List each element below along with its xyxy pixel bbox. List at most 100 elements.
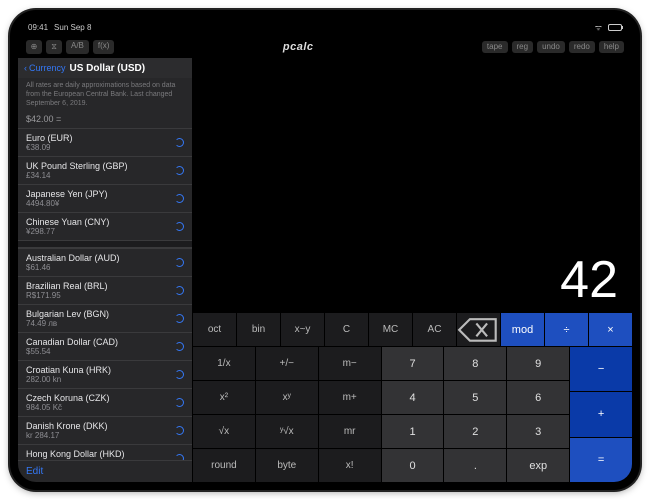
currency-row[interactable]: Canadian Dollar (CAD)$55.54 xyxy=(18,332,192,360)
key-c[interactable]: C xyxy=(324,312,368,346)
key-3[interactable]: 3 xyxy=(506,414,569,448)
currency-row[interactable]: Hong Kong Dollar (HKD)$329.26 xyxy=(18,444,192,460)
key-x~y[interactable]: x~y xyxy=(280,312,324,346)
key-exp[interactable]: exp xyxy=(506,448,569,482)
status-time: 09:41 xyxy=(28,23,48,32)
edit-button[interactable]: Edit xyxy=(18,460,192,482)
key-6[interactable]: 6 xyxy=(506,380,569,414)
refresh-icon[interactable] xyxy=(175,398,184,407)
currency-value: 282.00 kn xyxy=(26,375,111,384)
currency-row[interactable]: Japanese Yen (JPY)4494.80¥ xyxy=(18,184,192,212)
key-[interactable]: . xyxy=(443,448,506,482)
currency-name: Danish Krone (DKK) xyxy=(26,421,108,431)
ipad-device: 09:41 Sun Sep 8 ᯤ ⊕ ⧖ A/B f(x) pcalc tap… xyxy=(10,10,640,490)
refresh-icon[interactable] xyxy=(175,286,184,295)
tape-button[interactable]: tape xyxy=(482,41,508,53)
refresh-icon[interactable] xyxy=(175,314,184,323)
currency-value: kr 284.17 xyxy=(26,431,108,440)
undo-button[interactable]: undo xyxy=(537,41,565,53)
key-mc[interactable]: MC xyxy=(368,312,412,346)
currency-row[interactable]: Australian Dollar (AUD)$61.46 xyxy=(18,248,192,276)
currency-name: Czech Koruna (CZK) xyxy=(26,393,110,403)
key-backspace[interactable] xyxy=(456,312,500,346)
currency-value: 4494.80¥ xyxy=(26,199,108,208)
key-round[interactable]: round xyxy=(192,448,255,482)
refresh-icon[interactable] xyxy=(175,194,184,203)
key-ac[interactable]: AC xyxy=(412,312,456,346)
key-bin[interactable]: bin xyxy=(236,312,280,346)
key-x[interactable]: x² xyxy=(192,380,255,414)
title-bar: ⊕ ⧖ A/B f(x) pcalc tape reg undo redo he… xyxy=(18,36,632,58)
refresh-icon[interactable] xyxy=(175,426,184,435)
key-7[interactable]: 7 xyxy=(381,346,444,380)
back-button[interactable]: ‹ Currency xyxy=(24,63,66,73)
currency-row[interactable]: Euro (EUR)€38.09 xyxy=(18,128,192,156)
currency-row[interactable]: UK Pound Sterling (GBP)£34.14 xyxy=(18,156,192,184)
currency-row[interactable]: Czech Koruna (CZK)984.05 Kč xyxy=(18,388,192,416)
key-0[interactable]: 0 xyxy=(381,448,444,482)
wifi-icon: ᯤ xyxy=(595,22,602,33)
display-value: 42 xyxy=(560,254,618,306)
key-x[interactable]: √x xyxy=(192,414,255,448)
key-oct[interactable]: oct xyxy=(192,312,236,346)
help-button[interactable]: help xyxy=(599,41,624,53)
redo-button[interactable]: redo xyxy=(569,41,595,53)
key-div[interactable]: ÷ xyxy=(544,312,588,346)
refresh-icon[interactable] xyxy=(175,138,184,147)
backspace-icon xyxy=(457,317,500,343)
key-x[interactable]: x! xyxy=(318,448,381,482)
key-equals[interactable]: = xyxy=(569,437,632,482)
refresh-icon[interactable] xyxy=(175,166,184,175)
key-x[interactable]: ʸ√x xyxy=(255,414,318,448)
fx-button[interactable]: f(x) xyxy=(93,40,115,54)
key-2[interactable]: 2 xyxy=(443,414,506,448)
currency-row[interactable]: Croatian Kuna (HRK)282.00 kn xyxy=(18,360,192,388)
calc-display: 42 xyxy=(192,58,632,312)
status-bar: 09:41 Sun Sep 8 ᯤ xyxy=(18,18,632,36)
refresh-icon[interactable] xyxy=(175,258,184,267)
key-9[interactable]: 9 xyxy=(506,346,569,380)
rate-note: All rates are daily approximations based… xyxy=(18,78,192,112)
reg-button[interactable]: reg xyxy=(512,41,534,53)
currency-value: 74.49 лв xyxy=(26,319,109,328)
key-m[interactable]: m+ xyxy=(318,380,381,414)
currency-row[interactable]: Bulgarian Lev (BGN)74.49 лв xyxy=(18,304,192,332)
key-mod[interactable]: mod xyxy=(500,312,544,346)
currency-name: Canadian Dollar (CAD) xyxy=(26,337,118,347)
currency-name: Chinese Yuan (CNY) xyxy=(26,217,109,227)
currency-name: Croatian Kuna (HRK) xyxy=(26,365,111,375)
key-4[interactable]: 4 xyxy=(381,380,444,414)
currency-list[interactable]: Euro (EUR)€38.09UK Pound Sterling (GBP)£… xyxy=(18,128,192,460)
currency-name: Australian Dollar (AUD) xyxy=(26,253,120,263)
currency-value: ¥298.77 xyxy=(26,227,109,236)
refresh-icon[interactable] xyxy=(175,342,184,351)
currency-row[interactable]: Danish Krone (DKK)kr 284.17 xyxy=(18,416,192,444)
key-mul[interactable]: × xyxy=(588,312,632,346)
key-mr[interactable]: mr xyxy=(318,414,381,448)
refresh-icon[interactable] xyxy=(175,370,184,379)
key-[interactable]: +/− xyxy=(255,346,318,380)
currency-name: Euro (EUR) xyxy=(26,133,73,143)
currency-name: Bulgarian Lev (BGN) xyxy=(26,309,109,319)
currency-row[interactable]: Chinese Yuan (CNY)¥298.77 xyxy=(18,212,192,240)
key-8[interactable]: 8 xyxy=(443,346,506,380)
screen: 09:41 Sun Sep 8 ᯤ ⊕ ⧖ A/B f(x) pcalc tap… xyxy=(18,18,632,482)
settings-icon[interactable]: ⊕ xyxy=(26,40,42,54)
mode-button[interactable]: A/B xyxy=(66,40,89,54)
key-add[interactable]: + xyxy=(569,391,632,436)
currency-name: UK Pound Sterling (GBP) xyxy=(26,161,128,171)
key-subtract[interactable]: − xyxy=(569,346,632,391)
key-m[interactable]: m− xyxy=(318,346,381,380)
currency-value: €38.09 xyxy=(26,143,73,152)
currency-value: £34.14 xyxy=(26,171,128,180)
key-1x[interactable]: 1/x xyxy=(192,346,255,380)
key-byte[interactable]: byte xyxy=(255,448,318,482)
key-x[interactable]: xʸ xyxy=(255,380,318,414)
key-1[interactable]: 1 xyxy=(381,414,444,448)
clock-icon[interactable]: ⧖ xyxy=(46,40,62,54)
chevron-left-icon: ‹ xyxy=(24,63,27,73)
refresh-icon[interactable] xyxy=(175,222,184,231)
key-5[interactable]: 5 xyxy=(443,380,506,414)
currency-row[interactable]: Brazilian Real (BRL)R$171.95 xyxy=(18,276,192,304)
currency-sidebar: ‹ Currency US Dollar (USD) All rates are… xyxy=(18,58,192,482)
